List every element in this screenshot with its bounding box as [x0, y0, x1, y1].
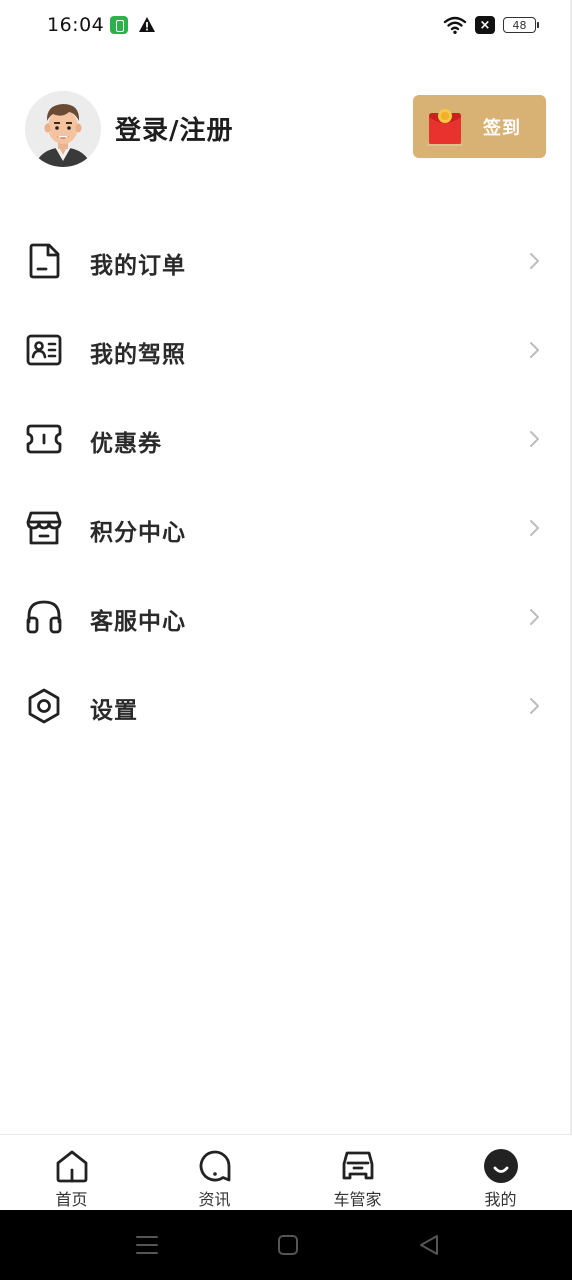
tab-home[interactable]: 首页 — [0, 1135, 143, 1211]
tab-label: 首页 — [55, 1190, 88, 1209]
tab-news[interactable]: 资讯 — [143, 1135, 286, 1211]
license-card-icon — [26, 334, 62, 366]
menu-label: 积分中心 — [90, 520, 186, 546]
menu-label: 优惠券 — [90, 431, 162, 457]
system-nav-bar — [0, 1210, 572, 1280]
chevron-right-icon — [530, 342, 539, 358]
tab-mine[interactable]: 我的 — [429, 1135, 572, 1211]
tab-label: 我的 — [484, 1190, 517, 1209]
news-chat-icon — [199, 1150, 230, 1182]
avatar-person-icon — [25, 91, 101, 167]
menu-list: 我的订单 我的驾照 优惠券 积分中心 客服中心 设置 — [0, 217, 572, 751]
hex-nut-settings-icon — [28, 688, 60, 724]
chevron-right-icon — [530, 253, 539, 269]
car-icon — [342, 1151, 373, 1180]
tab-label: 资讯 — [198, 1190, 231, 1209]
profile-smile-icon — [483, 1149, 518, 1183]
menu-label: 我的驾照 — [90, 342, 186, 368]
home-icon — [56, 1150, 87, 1183]
tab-car-manager[interactable]: 车管家 — [286, 1135, 429, 1211]
battery-indicator: 48 — [503, 17, 539, 33]
status-bar: 16:04 × 48 — [0, 0, 572, 52]
login-register-link[interactable]: 登录/注册 — [115, 110, 234, 147]
store-icon — [26, 511, 62, 545]
menu-item-settings[interactable]: 设置 — [0, 662, 572, 751]
wifi-icon — [443, 16, 467, 34]
menu-label: 客服中心 — [90, 609, 186, 635]
checkin-button[interactable]: 签到 — [413, 95, 546, 158]
menu-item-points[interactable]: 积分中心 — [0, 484, 572, 573]
tab-label: 车管家 — [333, 1190, 382, 1209]
x-sim-icon: × — [475, 16, 495, 34]
document-icon — [29, 243, 60, 279]
coupon-ticket-icon — [26, 424, 62, 454]
menu-item-coupons[interactable]: 优惠券 — [0, 395, 572, 484]
menu-label: 我的订单 — [90, 253, 186, 279]
status-time: 16:04 — [47, 14, 105, 36]
menu-item-license[interactable]: 我的驾照 — [0, 306, 572, 395]
avatar[interactable] — [25, 91, 101, 167]
red-packet-icon — [427, 109, 463, 146]
chevron-right-icon — [530, 609, 539, 625]
back-triangle-icon[interactable] — [416, 1232, 442, 1258]
menu-item-service[interactable]: 客服中心 — [0, 573, 572, 662]
chevron-right-icon — [530, 431, 539, 447]
chevron-right-icon — [530, 698, 539, 714]
app-notification-icon — [110, 16, 128, 34]
home-square-icon[interactable] — [275, 1232, 301, 1258]
status-right-group: × 48 — [443, 15, 539, 35]
menu-lines-icon[interactable] — [134, 1232, 160, 1258]
profile-header: 登录/注册 签到 — [0, 88, 572, 170]
chevron-right-icon — [530, 520, 539, 536]
warning-icon — [139, 17, 155, 32]
bottom-tab-bar: 首页 资讯 车管家 我的 — [0, 1134, 572, 1210]
checkin-label: 签到 — [483, 118, 521, 139]
menu-item-orders[interactable]: 我的订单 — [0, 217, 572, 306]
headphones-icon — [26, 600, 62, 634]
menu-label: 设置 — [90, 698, 138, 724]
